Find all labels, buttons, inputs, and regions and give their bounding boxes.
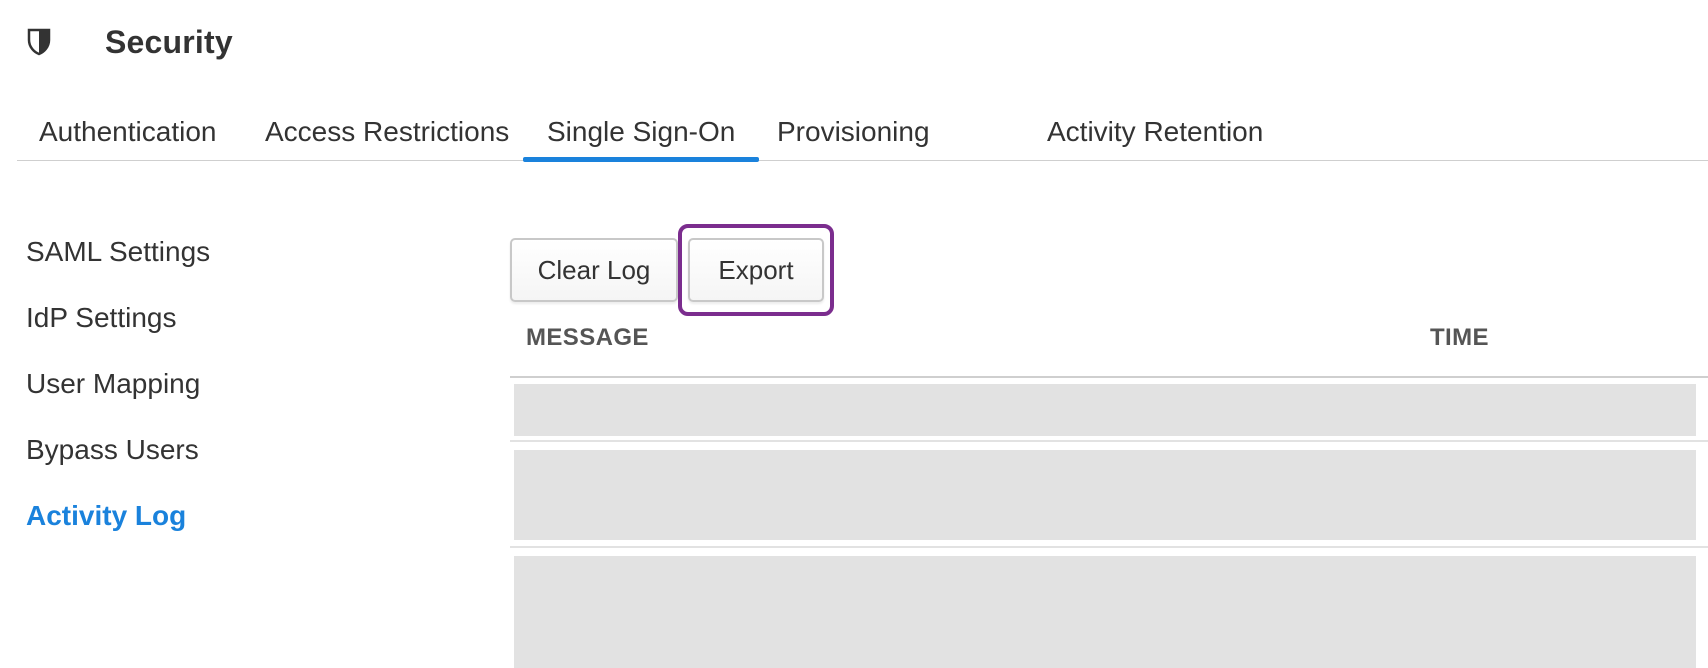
table-row [510,378,1708,442]
tab-activity-retention[interactable]: Activity Retention [1047,108,1263,160]
loading-placeholder [514,556,1696,668]
export-button[interactable]: Export [688,238,824,302]
sidenav-item-activity-log[interactable]: Activity Log [26,500,186,532]
column-header-time: TIME [1430,324,1489,351]
tab-authentication[interactable]: Authentication [39,108,216,160]
column-header-message: MESSAGE [526,324,649,351]
table-row [510,444,1708,548]
sidenav-item-idp-settings[interactable]: IdP Settings [26,302,176,334]
clear-log-button[interactable]: Clear Log [510,238,678,302]
page-title: Security [105,23,233,60]
sidenav-item-bypass-users[interactable]: Bypass Users [26,434,199,466]
sidenav-item-saml-settings[interactable]: SAML Settings [26,236,210,268]
security-tabs: Authentication Access Restrictions Singl… [17,108,1708,162]
security-settings-page: Security Authentication Access Restricti… [0,0,1708,668]
loading-placeholder [514,450,1696,540]
tab-single-sign-on[interactable]: Single Sign-On [522,108,760,162]
activity-log-panel: Clear Log Export MESSAGE TIME [510,224,1708,668]
sidenav-item-user-mapping[interactable]: User Mapping [26,368,200,400]
shield-icon [24,27,54,57]
tab-provisioning[interactable]: Provisioning [777,108,930,160]
tab-access-restrictions[interactable]: Access Restrictions [265,108,509,160]
loading-placeholder [514,384,1696,436]
table-row [510,550,1708,668]
page-header: Security [24,22,233,62]
